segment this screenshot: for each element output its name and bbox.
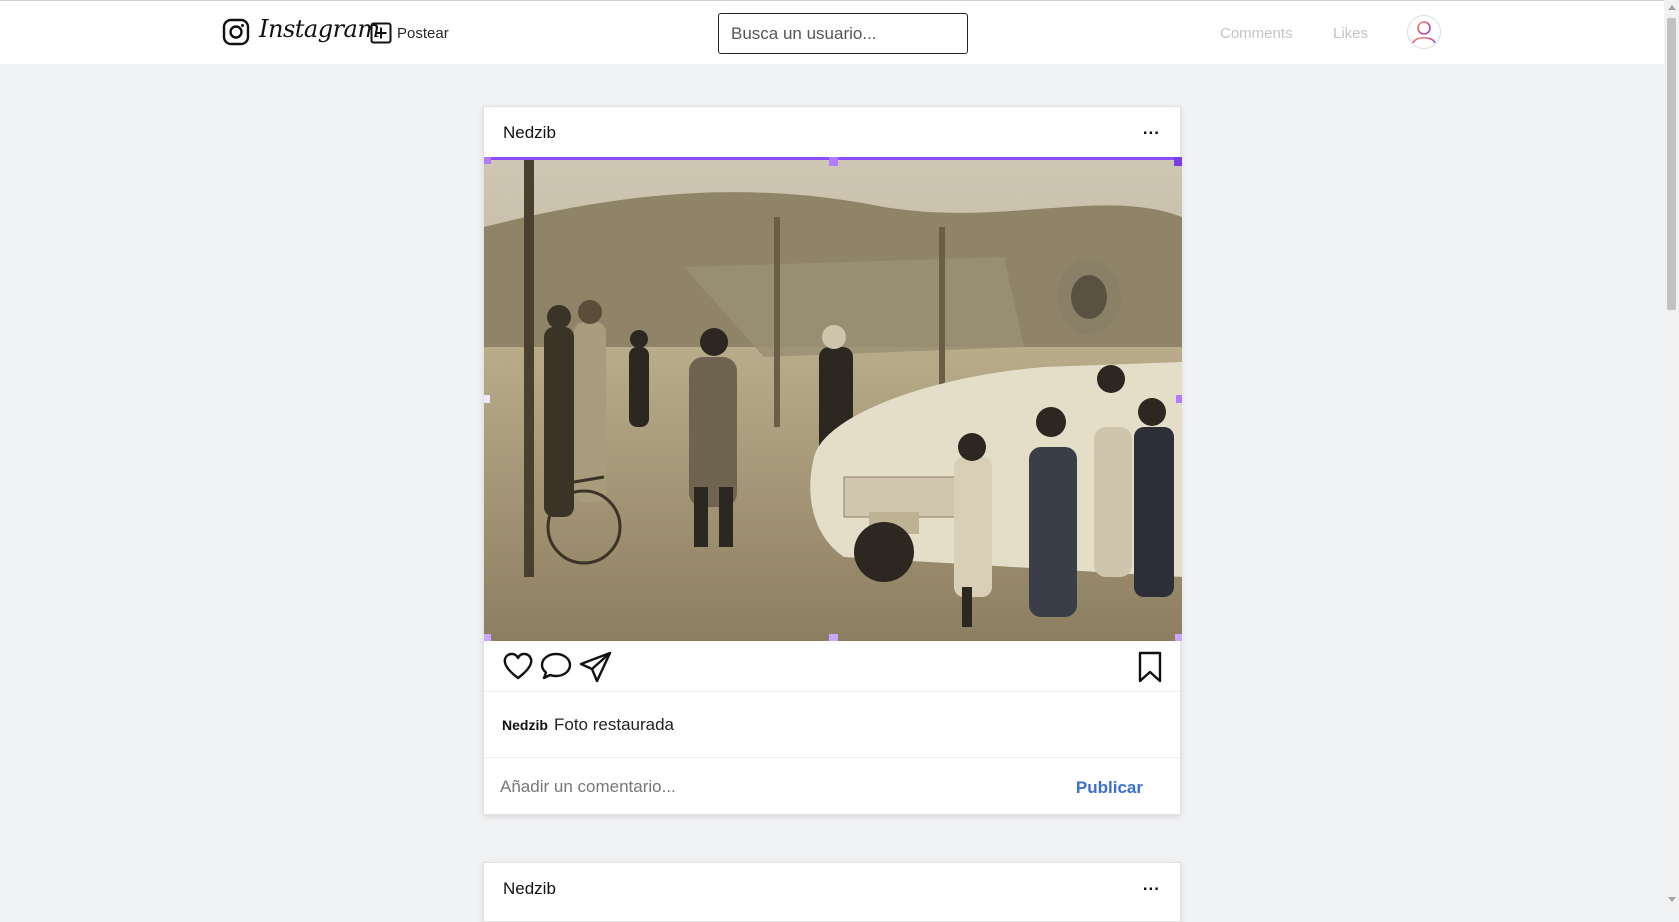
post-caption: Nedzib Foto restaurada [484, 692, 1180, 758]
scroll-up-arrow-icon[interactable] [1668, 5, 1676, 10]
page-scrollbar[interactable] [1664, 0, 1679, 909]
caption-username[interactable]: Nedzib [502, 717, 548, 733]
post-username[interactable]: Nedzib [503, 123, 556, 143]
heart-icon[interactable] [502, 651, 534, 681]
publish-comment-button[interactable]: Publicar [1076, 778, 1143, 798]
post-options-button[interactable]: ... [1143, 875, 1160, 895]
user-search-input[interactable] [718, 13, 968, 54]
brand-wordmark[interactable]: Instagram [259, 15, 380, 43]
scrollbar-thumb[interactable] [1667, 18, 1676, 310]
nav-comments-link[interactable]: Comments [1220, 25, 1293, 42]
comment-input[interactable] [498, 772, 1022, 802]
post-button-label: Postear [397, 24, 449, 42]
bookmark-icon[interactable] [1137, 651, 1163, 683]
post-card: Nedzib ... [483, 106, 1182, 815]
instagram-logo-icon[interactable] [222, 18, 250, 46]
post-card: Nedzib ... [483, 862, 1181, 922]
post-username[interactable]: Nedzib [503, 879, 556, 899]
caption-text: Foto restaurada [554, 715, 675, 734]
top-navbar: Instagram Postear Comments Likes [0, 0, 1664, 64]
post-photo[interactable] [484, 157, 1182, 641]
share-icon[interactable] [579, 651, 613, 683]
post-header: Nedzib ... [484, 863, 1180, 913]
avatar-icon [1412, 21, 1436, 44]
avatar[interactable] [1407, 15, 1441, 49]
comment-icon[interactable] [540, 651, 572, 681]
restored-photo-image [484, 157, 1182, 641]
plus-square-icon [370, 22, 392, 44]
post-actions-bar [484, 641, 1180, 692]
post-button[interactable]: Postear [370, 22, 449, 44]
scroll-down-arrow-icon[interactable] [1668, 897, 1676, 902]
comment-form: Publicar [484, 758, 1180, 814]
post-header: Nedzib ... [484, 107, 1180, 157]
post-options-button[interactable]: ... [1143, 119, 1160, 139]
nav-likes-link[interactable]: Likes [1333, 25, 1368, 42]
